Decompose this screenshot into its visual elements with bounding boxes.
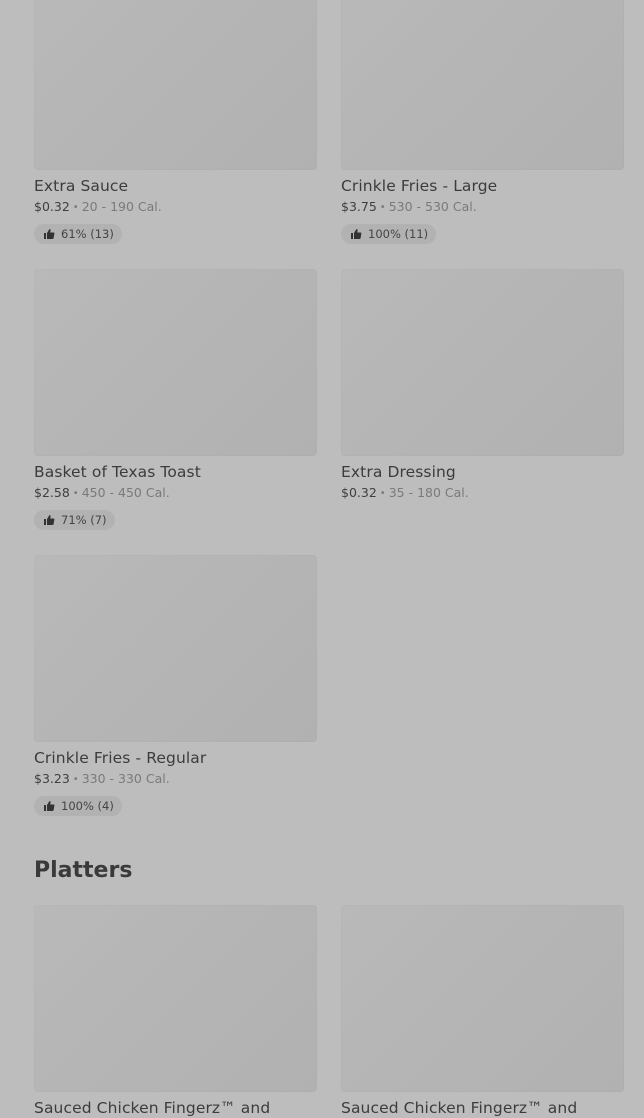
item-meta: $3.75 • 530 - 530 Cal. <box>341 199 624 216</box>
item-name: Crinkle Fries - Regular <box>34 749 207 767</box>
rating-text: 61% (13) <box>61 227 114 241</box>
item-image-placeholder <box>34 269 317 456</box>
thumbs-up-icon <box>44 229 55 239</box>
rating-badge: 100% (4) <box>34 796 122 816</box>
item-meta: $2.58 • 450 - 450 Cal. <box>34 485 317 502</box>
item-calories: 450 - 450 Cal. <box>81 485 170 500</box>
item-price: $3.75 <box>341 199 377 214</box>
item-name: Crinkle Fries - Large <box>341 177 498 195</box>
item-meta: $3.23 • 330 - 330 Cal. <box>34 771 317 788</box>
platter-item-card[interactable]: Sauced Chicken Fingerz™ and <box>34 905 317 1118</box>
item-meta: $0.32 • 35 - 180 Cal. <box>341 485 624 502</box>
menu-item-card[interactable]: Extra Sauce $0.32 • 20 - 190 Cal. 61% (13) <box>34 0 317 244</box>
rating-badge: 71% (7) <box>34 510 115 530</box>
item-image-placeholder <box>34 0 317 170</box>
item-image-placeholder <box>34 905 317 1092</box>
item-name: Extra Dressing <box>341 463 456 481</box>
item-price: $0.32 <box>34 199 70 214</box>
separator-dot: • <box>72 202 79 213</box>
rating-badge: 100% (11) <box>341 224 437 244</box>
item-image-placeholder <box>341 0 624 170</box>
item-calories: 35 - 180 Cal. <box>388 485 469 500</box>
item-name: Basket of Texas Toast <box>34 463 201 481</box>
item-calories: 530 - 530 Cal. <box>388 199 477 214</box>
section-title-platters: Platters <box>34 858 133 883</box>
separator-dot: • <box>379 202 386 213</box>
separator-dot: • <box>72 774 79 785</box>
rating-text: 100% (11) <box>368 227 429 241</box>
platter-item-card[interactable]: Sauced Chicken Fingerz™ and <box>341 905 624 1118</box>
item-calories: 330 - 330 Cal. <box>81 771 170 786</box>
item-meta: $0.32 • 20 - 190 Cal. <box>34 199 317 216</box>
item-name: Sauced Chicken Fingerz™ and <box>341 1099 578 1117</box>
item-price: $0.32 <box>341 485 377 500</box>
item-image-placeholder <box>341 269 624 456</box>
item-image-placeholder <box>34 555 317 742</box>
item-calories: 20 - 190 Cal. <box>81 199 162 214</box>
item-price: $2.58 <box>34 485 70 500</box>
menu-item-card[interactable]: Basket of Texas Toast $2.58 • 450 - 450 Ca… <box>34 269 317 530</box>
menu-item-card[interactable]: Extra Dressing $0.32 • 35 - 180 Cal. <box>341 269 624 502</box>
rating-text: 71% (7) <box>61 513 107 527</box>
item-name: Extra Sauce <box>34 177 129 195</box>
item-price: $3.23 <box>34 771 70 786</box>
thumbs-up-icon <box>44 801 55 811</box>
menu-item-card[interactable]: Crinkle Fries - Regular $3.23 • 330 - 330 … <box>34 555 317 816</box>
item-image-placeholder <box>341 905 624 1092</box>
item-name: Sauced Chicken Fingerz™ and <box>34 1099 271 1117</box>
separator-dot: • <box>72 488 79 499</box>
thumbs-up-icon <box>351 229 362 239</box>
separator-dot: • <box>379 488 386 499</box>
rating-text: 100% (4) <box>61 799 114 813</box>
menu-item-card[interactable]: Crinkle Fries - Large $3.75 • 530 - 530 Ca… <box>341 0 624 244</box>
thumbs-up-icon <box>44 515 55 525</box>
rating-badge: 61% (13) <box>34 224 122 244</box>
